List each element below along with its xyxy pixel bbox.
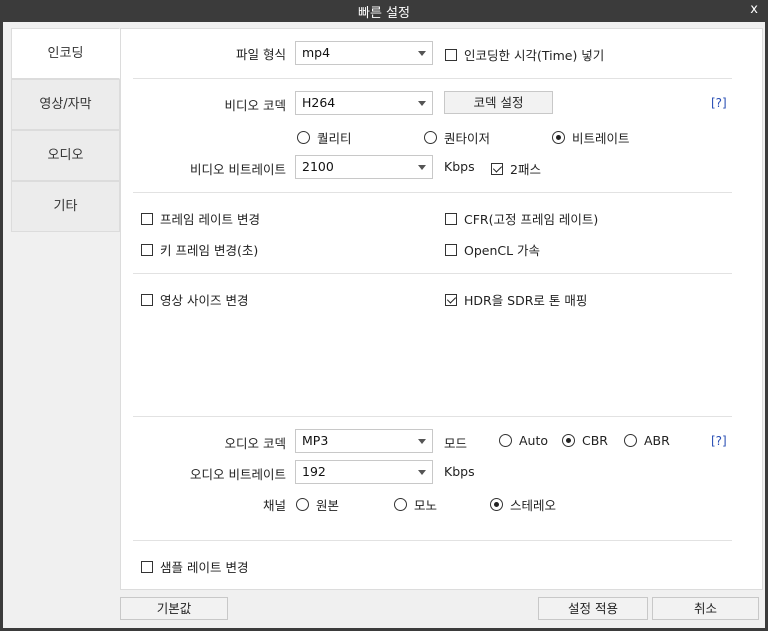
radio-icon [624, 434, 637, 447]
two-pass-label: 2패스 [510, 162, 541, 177]
video-help-link[interactable]: [?] [711, 96, 727, 110]
radio-quality-label: 퀄리티 [317, 131, 352, 146]
chevron-down-icon [418, 165, 426, 170]
radio-icon [297, 131, 310, 144]
video-codec-select[interactable]: H264 [295, 91, 433, 115]
dialog-body: 인코딩 영상/자막 오디오 기타 파일 형식 mp4 인코딩한 시각(Time)… [3, 22, 765, 628]
radio-channel-mono[interactable]: 모노 [394, 495, 437, 514]
chevron-down-icon [418, 470, 426, 475]
opencl-label: OpenCL 가속 [464, 243, 541, 258]
divider [133, 416, 732, 417]
divider [133, 273, 732, 274]
divider [133, 78, 732, 79]
divider [133, 540, 732, 541]
checkbox-icon [141, 560, 153, 573]
audio-help-link[interactable]: [?] [711, 434, 727, 448]
video-codec-value: H264 [302, 95, 336, 110]
change-size-checkbox[interactable]: 영상 사이즈 변경 [141, 290, 248, 309]
apply-button[interactable]: 설정 적용 [538, 597, 648, 620]
keyframe-label: 키 프레임 변경(초) [160, 243, 259, 258]
radio-channel-mono-label: 모노 [414, 498, 438, 513]
file-format-select[interactable]: mp4 [295, 41, 433, 65]
checkbox-icon [445, 293, 457, 306]
radio-bitrate[interactable]: 비트레이트 [552, 128, 630, 147]
chevron-down-icon [418, 51, 426, 56]
checkbox-icon [491, 162, 503, 175]
video-bitrate-label: 비디오 비트레이트 [190, 162, 286, 177]
cfr-checkbox[interactable]: CFR(고정 프레임 레이트) [445, 209, 598, 228]
change-sample-rate-label: 샘플 레이트 변경 [160, 560, 249, 575]
radio-channel-original[interactable]: 원본 [296, 495, 339, 514]
video-codec-label: 비디오 코덱 [224, 98, 286, 113]
change-size-label: 영상 사이즈 변경 [160, 293, 249, 308]
radio-icon [552, 131, 565, 144]
checkbox-icon [141, 293, 153, 306]
audio-bitrate-select[interactable]: 192 [295, 460, 433, 484]
audio-mode-label: 모드 [444, 436, 468, 451]
radio-cbr-label: CBR [582, 433, 608, 448]
checkbox-icon [445, 48, 457, 61]
cfr-label: CFR(고정 프레임 레이트) [464, 212, 599, 227]
change-sample-rate-checkbox[interactable]: 샘플 레이트 변경 [141, 557, 248, 576]
radio-icon [562, 434, 575, 447]
tab-encoding[interactable]: 인코딩 [11, 28, 120, 79]
hdr-tonemap-label: HDR을 SDR로 톤 매핑 [464, 293, 588, 308]
radio-auto[interactable]: Auto [499, 433, 548, 448]
window-title: 빠른 설정 [358, 6, 410, 21]
audio-codec-label: 오디오 코덱 [224, 436, 286, 451]
opencl-checkbox[interactable]: OpenCL 가속 [445, 240, 540, 259]
video-bitrate-unit: Kbps [444, 159, 475, 174]
change-frame-rate-checkbox[interactable]: 프레임 레이트 변경 [141, 209, 260, 228]
radio-icon [490, 498, 503, 511]
radio-quality[interactable]: 퀄리티 [297, 128, 352, 147]
keyframe-checkbox[interactable]: 키 프레임 변경(초) [141, 240, 258, 259]
radio-icon [424, 131, 437, 144]
audio-codec-select[interactable]: MP3 [295, 429, 433, 453]
two-pass-checkbox[interactable]: 2패스 [491, 159, 541, 178]
divider [133, 192, 732, 193]
checkbox-icon [445, 243, 457, 256]
radio-abr[interactable]: ABR [624, 433, 670, 448]
radio-cbr[interactable]: CBR [562, 433, 608, 448]
tab-etc[interactable]: 기타 [11, 181, 120, 232]
video-bitrate-value: 2100 [302, 159, 334, 174]
tab-audio[interactable]: 오디오 [11, 130, 120, 181]
close-button[interactable]: x [750, 2, 758, 17]
radio-quantizer[interactable]: 퀀타이저 [424, 128, 490, 147]
radio-icon [499, 434, 512, 447]
radio-icon [296, 498, 309, 511]
audio-bitrate-value: 192 [302, 464, 326, 479]
audio-bitrate-label: 오디오 비트레이트 [190, 467, 286, 482]
default-button[interactable]: 기본값 [120, 597, 228, 620]
radio-channel-stereo-label: 스테레오 [510, 498, 557, 513]
checkbox-icon [141, 212, 153, 225]
video-bitrate-select[interactable]: 2100 [295, 155, 433, 179]
insert-time-label: 인코딩한 시각(Time) 넣기 [464, 48, 605, 63]
chevron-down-icon [418, 101, 426, 106]
settings-panel: 파일 형식 mp4 인코딩한 시각(Time) 넣기 비디오 코덱 H264 코… [120, 28, 763, 590]
file-format-value: mp4 [302, 45, 331, 60]
radio-abr-label: ABR [644, 433, 670, 448]
codec-settings-button[interactable]: 코덱 설정 [444, 91, 553, 114]
radio-quantizer-label: 퀀타이저 [444, 131, 491, 146]
radio-channel-stereo[interactable]: 스테레오 [490, 495, 556, 514]
insert-time-checkbox[interactable]: 인코딩한 시각(Time) 넣기 [445, 45, 604, 64]
channel-label: 채널 [262, 498, 286, 513]
checkbox-icon [445, 212, 457, 225]
change-frame-rate-label: 프레임 레이트 변경 [160, 212, 260, 227]
radio-auto-label: Auto [519, 433, 549, 448]
radio-bitrate-label: 비트레이트 [572, 131, 630, 146]
checkbox-icon [141, 243, 153, 256]
audio-bitrate-unit: Kbps [444, 464, 475, 479]
audio-codec-value: MP3 [302, 433, 329, 448]
tab-video-subtitle[interactable]: 영상/자막 [11, 79, 120, 130]
cancel-button[interactable]: 취소 [652, 597, 759, 620]
file-format-label: 파일 형식 [236, 47, 286, 62]
hdr-tonemap-checkbox[interactable]: HDR을 SDR로 톤 매핑 [445, 290, 587, 309]
chevron-down-icon [418, 439, 426, 444]
title-bar: 빠른 설정 x [0, 0, 768, 22]
radio-icon [394, 498, 407, 511]
radio-channel-original-label: 원본 [316, 498, 340, 513]
